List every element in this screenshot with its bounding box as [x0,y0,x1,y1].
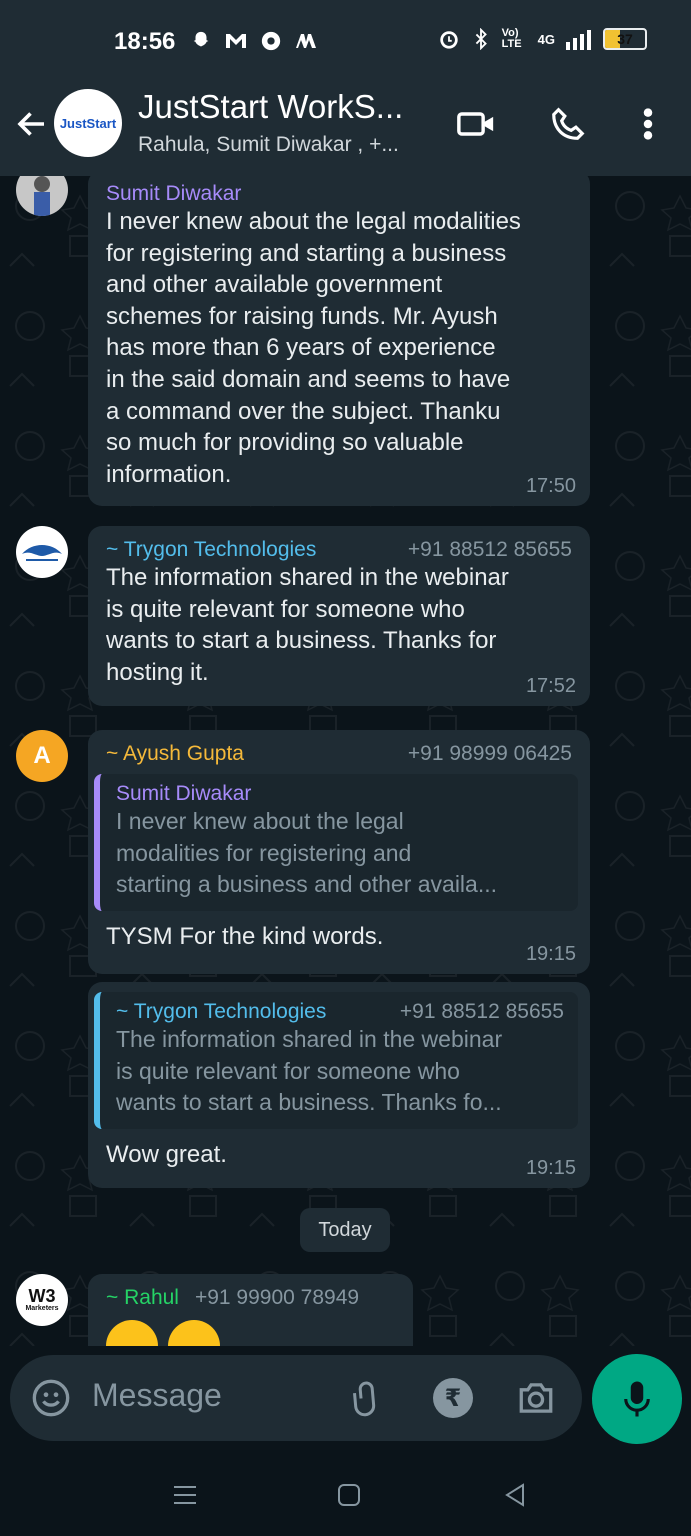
quoted-text: I never knew about the legal modalities … [116,806,564,901]
text-line: I never knew about the legal [116,808,404,834]
network-label: 4G [537,31,555,47]
sender-label: ~ Rahul [106,1286,179,1309]
status-time: 18:56 [114,28,176,55]
text-line: modalities for registering and [116,839,412,866]
chrome-icon [261,31,281,51]
text-line: I never knew about the legal modalities [106,208,521,235]
sender-phone: +91 98999 06425 [407,742,572,765]
home-icon[interactable] [332,1478,366,1512]
status-bar: 18:56 Vo) LTE 4G 37 [0,0,691,86]
text-line: starting a business and other availa... [116,871,498,898]
avatar-ayush[interactable]: A [16,730,68,782]
sender-label: ~ Ayush Gupta [106,742,244,765]
chat-area[interactable]: Sumit Diwakar I never knew about the leg… [0,176,691,1346]
message-time: 19:15 [525,943,576,965]
emoji-row [106,1320,395,1346]
text-line: in the said domain and seems to have [106,365,511,393]
sender-name: ~ Trygon Technologies +91 88512 85655 [106,538,572,562]
rupee-symbol: ₹ [433,1378,473,1418]
message-text: The information shared in the webinar is… [106,562,572,688]
message-time: 19:15 [525,1157,576,1179]
date-chip: Today [300,1208,390,1252]
quoted-sender: Sumit Diwakar [116,782,252,805]
grinning-emoji-icon [168,1320,221,1346]
text-line: The information shared in the webinar [116,1026,503,1052]
quoted-text: The information shared in the webinar is… [116,1024,564,1119]
message-text: Wow great. [106,1140,227,1168]
mail-icon [296,34,316,48]
signal-bars-icon [566,30,591,50]
alarm-icon [439,31,458,49]
chat-participants[interactable]: Rahula, Sumit Diwakar , +... [138,133,399,157]
text-line: for registering and starting a business [106,239,507,267]
more-vert-icon[interactable] [628,104,668,144]
back-nav-icon[interactable] [498,1478,532,1512]
group-avatar[interactable]: JustStart [54,89,122,157]
sender-name: ~ Rahul +91 99900 78949 [106,1286,395,1310]
sender-label: Sumit Diwakar [106,182,242,205]
mic-button[interactable] [592,1354,682,1444]
quoted-message[interactable]: ~ Trygon Technologies +91 88512 85655 Th… [94,992,578,1129]
avatar-letter: A [33,742,51,769]
rupee-icon[interactable]: ₹ [432,1377,474,1419]
sender-phone: +91 99900 78949 [194,1286,360,1309]
message-bubble[interactable]: Sumit Diwakar I never knew about the leg… [88,176,590,506]
recents-icon[interactable] [168,1478,202,1512]
quoted-sender-label: ~ Trygon Technologies [116,1000,327,1023]
volte-label: Vo) LTE [501,27,522,50]
text-line: wants to start a business. Thanks fo... [116,1089,502,1116]
battery-level: 37 [617,31,633,47]
avatar-text: W3 [28,1286,56,1306]
text-line: hosting it. [106,658,209,686]
sender-name: ~ Ayush Gupta +91 98999 06425 [106,742,572,766]
message-time: 17:50 [525,475,576,497]
chat-title[interactable]: JustStart WorkS... [138,88,403,126]
battery-indicator: 37 [603,28,647,50]
snapchat-icon [193,31,209,47]
group-avatar-text: JustStart [59,115,117,131]
message-time: 17:52 [525,675,576,697]
sender-name: Sumit Diwakar [106,182,572,206]
system-nav-bar [0,1450,691,1536]
gmail-icon [226,34,246,48]
system-icons: Vo) LTE 4G 37 [438,28,647,50]
text-line: information. [106,460,232,488]
sender-label: ~ Trygon Technologies [106,538,317,561]
camera-icon[interactable] [515,1377,557,1419]
message-bubble[interactable]: ~ Rahul +91 99900 78949 [88,1274,413,1346]
text-line: so much for providing so valuable [106,429,464,457]
message-bubble[interactable]: ~ Trygon Technologies +91 88512 85655 Th… [88,982,590,1188]
text-line: wants to start a business. Thanks for [106,627,497,655]
video-call-icon[interactable] [456,104,496,144]
text-line: is quite relevant for someone who [116,1057,460,1084]
quoted-sender-phone: +91 88512 85655 [399,1000,564,1023]
text-line: has more than 6 years of experience [106,334,496,362]
notification-icons [190,30,318,52]
quoted-message[interactable]: Sumit Diwakar I never knew about the leg… [94,774,578,911]
bluetooth-icon [475,28,487,50]
message-input-bar[interactable]: Message ₹ [10,1355,582,1441]
message-text: TYSM For the kind words. [106,922,384,950]
message-bubble[interactable]: ~ Ayush Gupta +91 98999 06425 Sumit Diwa… [88,730,590,974]
avatar-rahul[interactable]: W3 Marketers [16,1274,68,1326]
grinning-emoji-icon [106,1320,158,1346]
chat-header: JustStart JustStart WorkS... Rahula, Sum… [0,86,691,176]
text-line: schemes for raising funds. Mr. Ayush [106,302,498,330]
quoted-sender: ~ Trygon Technologies +91 88512 85655 [116,1000,564,1024]
message-bubble[interactable]: ~ Trygon Technologies +91 88512 85655 Th… [88,526,590,706]
text-line: The information shared in the webinar [106,564,509,591]
arrow-back-icon[interactable] [14,106,50,142]
text-line: and other available government [106,271,443,299]
text-line: a command over the subject. Thanku [106,397,501,425]
message-input[interactable]: Message [92,1377,222,1414]
text-line: is quite relevant for someone who [106,595,465,623]
message-text: I never knew about the legal modalities … [106,206,572,490]
sender-phone: +91 88512 85655 [407,538,572,561]
mic-icon [624,1381,650,1417]
avatar-subtext: Marketers [25,1305,59,1312]
avatar-trygon[interactable] [16,526,68,578]
emoji-icon[interactable] [30,1377,72,1419]
paperclip-icon[interactable] [346,1377,388,1419]
phone-call-icon[interactable] [548,104,588,144]
